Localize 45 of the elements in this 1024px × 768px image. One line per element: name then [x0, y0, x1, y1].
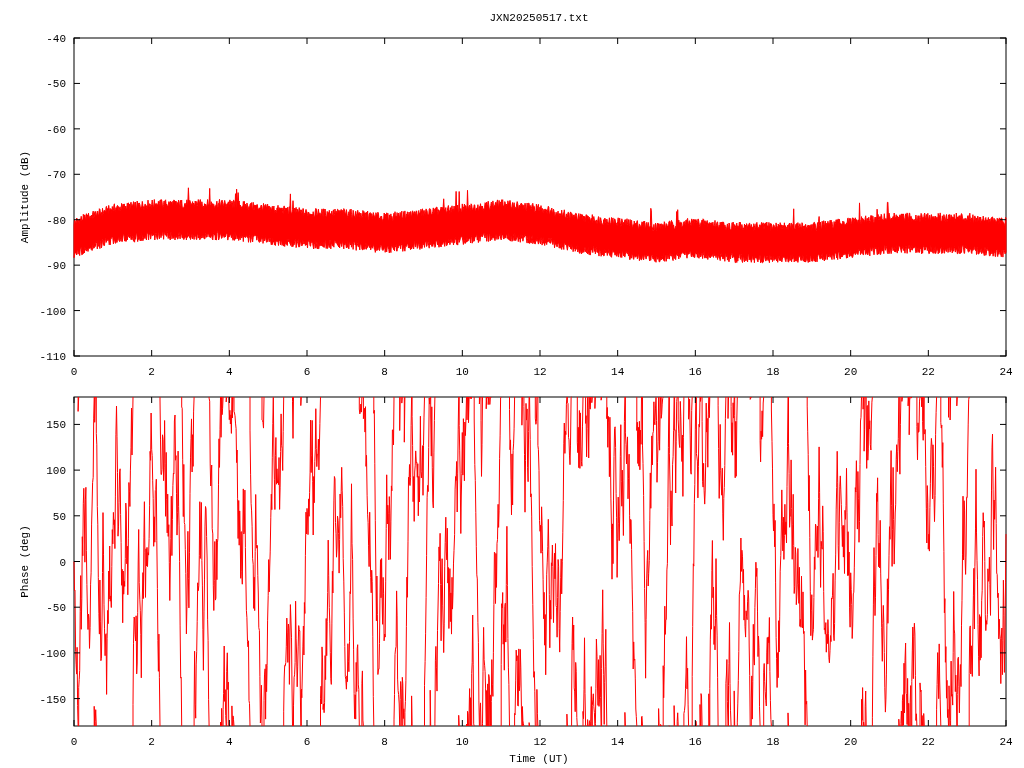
x-tick-label: 14 [611, 736, 625, 748]
y-tick-label: -80 [46, 214, 66, 227]
x-tick-label: 2 [148, 736, 155, 748]
x-tick-label: 8 [381, 736, 388, 748]
y-tick-label: -50 [46, 78, 66, 91]
x-tick-label: 10 [455, 736, 469, 748]
y-axis-label: Amplitude (dB) [19, 150, 31, 244]
x-tick-label: 20 [844, 736, 858, 748]
x-tick-label: 18 [766, 736, 780, 748]
x-tick-label: 0 [70, 366, 78, 378]
x-tick-label: 12 [533, 736, 547, 748]
x-tick-label: 16 [688, 366, 702, 378]
y-tick-label: -90 [46, 260, 66, 273]
y-tick-label: 100 [46, 465, 66, 478]
x-tick-label: 6 [303, 736, 311, 748]
y-tick-label: -40 [46, 33, 66, 45]
y-tick-label: -110 [39, 351, 66, 363]
x-tick-label: 14 [611, 366, 625, 378]
chart-title: JXN20250517.txt [489, 12, 589, 24]
x-tick-label: 24 [999, 366, 1013, 378]
x-tick-label: 10 [455, 366, 469, 378]
x-tick-label: 12 [533, 366, 547, 378]
y-tick-label: -70 [46, 169, 66, 182]
y-tick-label: -60 [46, 123, 66, 136]
x-tick-label: 16 [688, 736, 702, 748]
y-tick-label: 150 [46, 419, 66, 432]
x-tick-label: 8 [381, 366, 388, 378]
x-tick-label: 22 [921, 366, 935, 378]
x-tick-label: 20 [844, 366, 858, 378]
x-tick-label: 6 [303, 366, 311, 378]
x-tick-label: 4 [226, 736, 233, 748]
x-tick-label: 18 [766, 366, 780, 378]
y-tick-label: 50 [52, 510, 66, 523]
y-tick-label: -100 [39, 305, 66, 318]
x-tick-label: 4 [226, 366, 233, 378]
x-tick-label: 2 [148, 366, 155, 378]
y-tick-label: -100 [39, 647, 66, 660]
x-axis-label: Time (UT) [509, 753, 569, 765]
y-axis-label: Phase (deg) [19, 525, 31, 598]
x-tick-label: 22 [921, 736, 935, 748]
y-tick-label: -150 [39, 693, 66, 706]
y-tick-label: 0 [59, 556, 66, 569]
x-tick-label: 24 [999, 736, 1013, 748]
x-tick-label: 0 [70, 736, 78, 748]
y-tick-label: -50 [46, 602, 66, 615]
